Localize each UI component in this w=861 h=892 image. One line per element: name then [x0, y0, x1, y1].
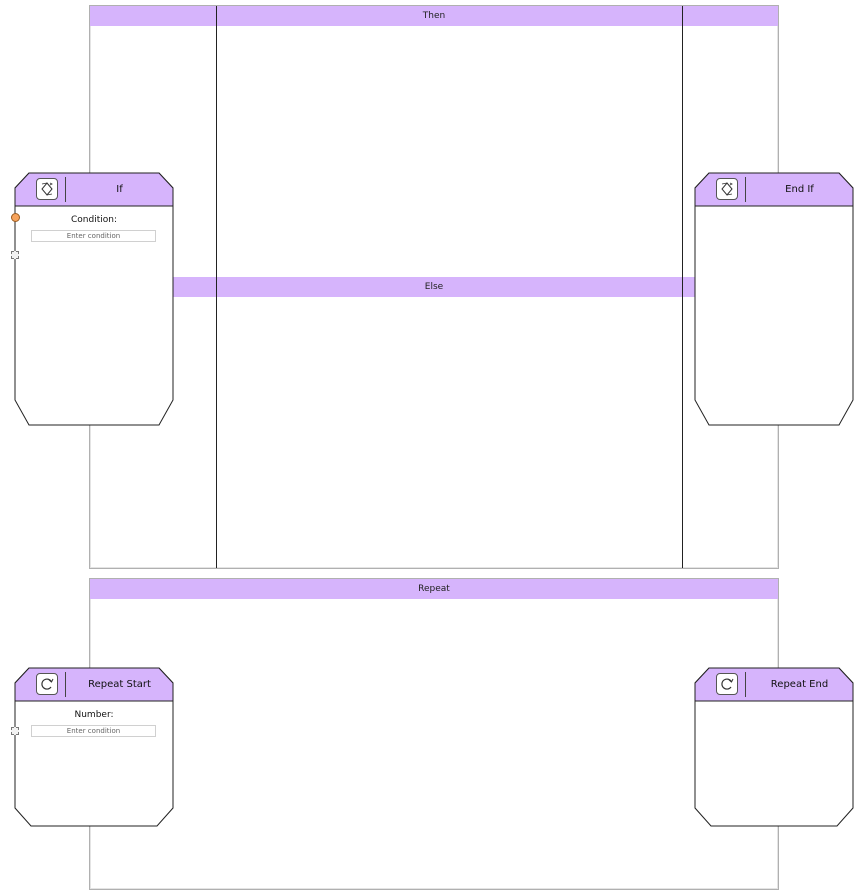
if-column-divider-right	[682, 6, 683, 568]
repeat-start-node-header[interactable]: Repeat Start	[15, 668, 173, 701]
end-if-node-title: End If	[785, 184, 814, 195]
repeat-label: Repeat	[418, 584, 450, 594]
repeat-start-node[interactable]: Repeat Start Number: Enter condition	[14, 667, 174, 827]
end-if-node-header[interactable]: End If	[695, 173, 853, 206]
else-band: Else	[172, 277, 696, 297]
if-column-divider-left	[216, 6, 217, 568]
repeat-block-frame	[89, 578, 779, 890]
repeat-start-node-title: Repeat Start	[88, 679, 151, 690]
then-label: Then	[422, 11, 446, 21]
if-node-title: If	[116, 184, 123, 195]
loop-icon	[716, 673, 738, 695]
repeat-end-node-header[interactable]: Repeat End	[695, 668, 853, 701]
repeat-end-node[interactable]: Repeat End	[694, 667, 854, 827]
diamond-branch-icon	[36, 178, 58, 200]
repeat-end-node-title: Repeat End	[770, 679, 829, 690]
else-label: Else	[424, 282, 444, 292]
if-node[interactable]: If Condition: Enter condition	[14, 172, 174, 426]
number-input[interactable]: Enter condition	[31, 725, 156, 737]
if-node-header[interactable]: If	[15, 173, 173, 206]
workflow-canvas: Then Else Repeat If Condition: Enter con…	[0, 0, 861, 892]
condition-label: Condition:	[71, 215, 117, 225]
if-node-shape	[14, 172, 174, 426]
repeat-start-node-port[interactable]	[11, 727, 19, 735]
repeat-band: Repeat	[90, 579, 778, 599]
number-label: Number:	[74, 710, 114, 720]
loop-icon	[36, 673, 58, 695]
then-band: Then	[90, 6, 778, 26]
if-node-else-port[interactable]	[11, 251, 19, 259]
end-if-node-shape	[694, 172, 854, 426]
diamond-branch-icon	[716, 178, 738, 200]
condition-input[interactable]: Enter condition	[31, 230, 156, 242]
end-if-node[interactable]: End If	[694, 172, 854, 426]
if-node-input-port[interactable]	[11, 213, 20, 222]
